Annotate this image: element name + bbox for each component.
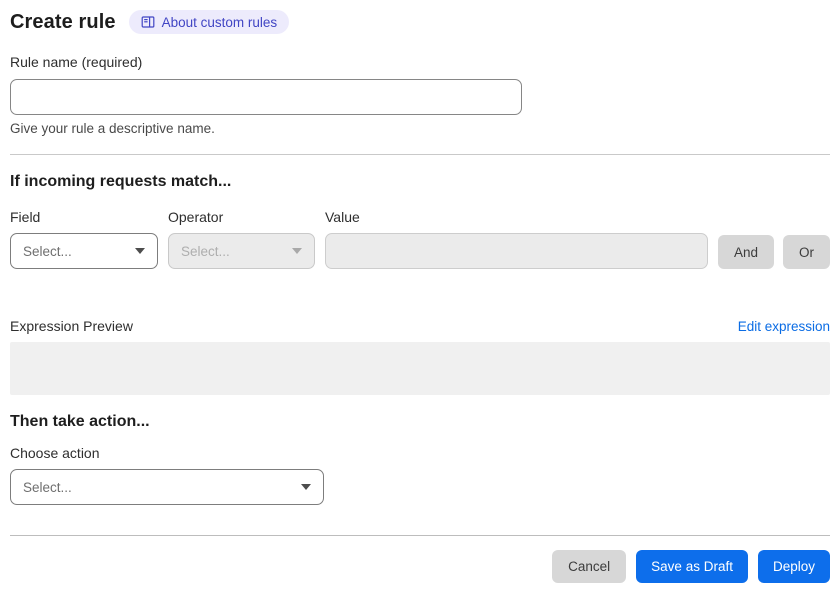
book-icon — [141, 15, 155, 29]
chevron-down-icon — [301, 484, 311, 490]
page-title: Create rule — [10, 10, 116, 33]
field-column: Field Select... — [10, 209, 158, 269]
about-badge-label: About custom rules — [161, 14, 278, 30]
expression-preview-label: Expression Preview — [10, 318, 133, 334]
page-header: Create rule About custom rules — [10, 10, 830, 34]
action-section-heading: Then take action... — [10, 413, 150, 430]
rule-name-block: Rule name (required) Give your rule a de… — [10, 54, 830, 136]
expression-preview-header: Expression Preview Edit expression — [10, 318, 830, 334]
field-select-value: Select... — [23, 243, 72, 259]
footer-divider — [10, 535, 830, 536]
rule-name-label: Rule name (required) — [10, 54, 143, 70]
save-as-draft-button[interactable]: Save as Draft — [636, 550, 748, 583]
choose-action-label: Choose action — [10, 445, 100, 461]
expression-preview-box — [10, 342, 830, 395]
match-section-heading: If incoming requests match... — [10, 173, 232, 190]
chevron-down-icon — [292, 248, 302, 254]
footer-actions: Cancel Save as Draft Deploy — [10, 550, 830, 583]
match-condition-row: Field Select... Operator Select... Value… — [10, 209, 830, 269]
section-divider — [10, 154, 830, 155]
action-select[interactable]: Select... — [10, 469, 324, 505]
operator-column: Operator Select... — [168, 209, 315, 269]
operator-select: Select... — [168, 233, 315, 269]
create-rule-page: Create rule About custom rules Rule name… — [0, 0, 839, 583]
field-select[interactable]: Select... — [10, 233, 158, 269]
action-select-value: Select... — [23, 479, 72, 495]
value-input — [325, 233, 708, 269]
rule-name-helper: Give your rule a descriptive name. — [10, 121, 215, 136]
about-custom-rules-badge[interactable]: About custom rules — [128, 10, 290, 34]
andor-button-group: And Or — [717, 235, 830, 269]
deploy-button[interactable]: Deploy — [757, 550, 830, 583]
cancel-button[interactable]: Cancel — [552, 550, 627, 583]
chevron-down-icon — [135, 248, 145, 254]
operator-label: Operator — [168, 209, 224, 225]
field-label: Field — [10, 209, 41, 225]
operator-select-value: Select... — [181, 243, 230, 259]
and-button[interactable]: And — [717, 235, 774, 269]
or-button[interactable]: Or — [783, 235, 830, 269]
edit-expression-link[interactable]: Edit expression — [738, 319, 830, 334]
rule-name-input[interactable] — [10, 79, 522, 115]
value-column: Value — [325, 209, 708, 269]
value-label: Value — [325, 209, 360, 225]
